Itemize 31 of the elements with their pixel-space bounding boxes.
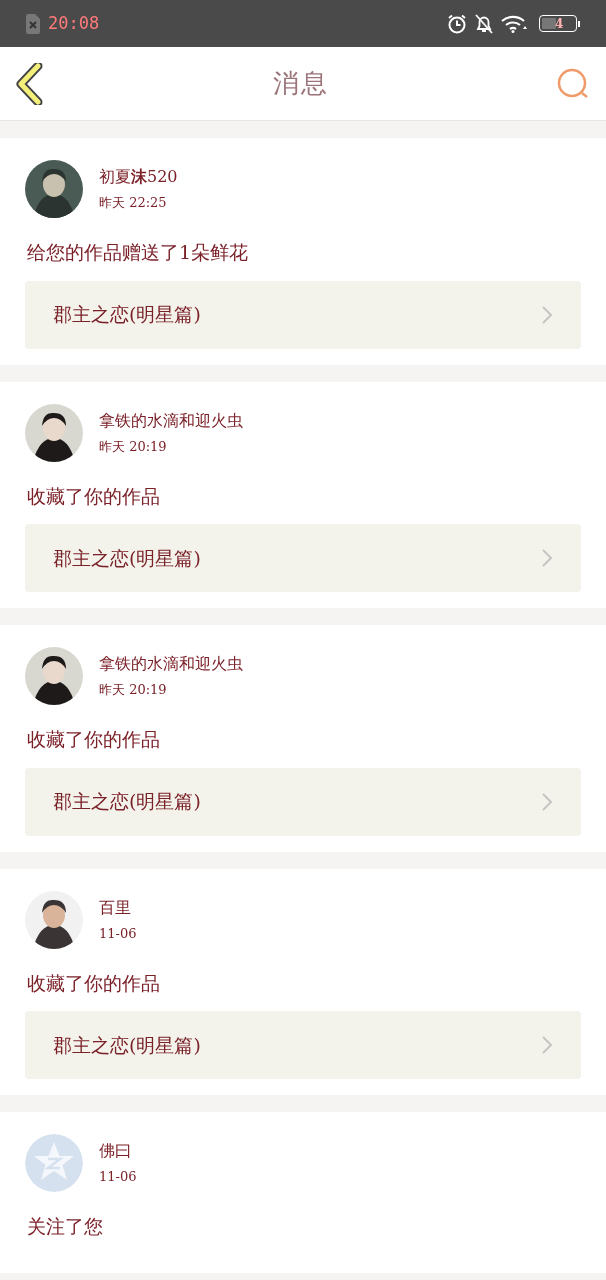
message-time: 昨天 22:25 <box>99 194 168 213</box>
user-name: 拿铁的水滴和迎火虫 <box>99 653 243 676</box>
user-name: 初夏沫520 <box>99 166 178 189</box>
chevron-right-icon <box>541 1035 553 1055</box>
chevron-right-icon <box>541 304 553 325</box>
message-time: 11-06 <box>99 924 137 943</box>
work-link[interactable]: 郡主之恋(明星篇) <box>25 280 581 349</box>
chevron-right-icon <box>541 791 553 812</box>
work-link[interactable]: 郡主之恋(明星篇) <box>25 1011 581 1079</box>
message-time: 昨天 20:19 <box>99 437 168 456</box>
message-text: 收藏了你的作品 <box>27 483 161 509</box>
message-text: 给您的作品赠送了1朵鲜花 <box>27 240 250 265</box>
wifi-icon <box>501 14 527 33</box>
bell-off-icon <box>475 13 493 34</box>
default-avatar-icon <box>25 1134 83 1192</box>
alarm-icon <box>447 13 467 34</box>
page-title: 消息 <box>273 67 329 100</box>
clock-time: 20:08 <box>48 11 100 35</box>
message-text: 收藏了你的作品 <box>27 727 161 752</box>
chevron-right-icon <box>541 548 553 568</box>
battery-level: 4 <box>555 16 564 33</box>
user-name: 拿铁的水滴和迎火虫 <box>99 409 243 432</box>
message-time: 11-06 <box>99 1168 137 1187</box>
work-link[interactable]: 郡主之恋(明星篇) <box>25 524 581 592</box>
message-text: 关注了您 <box>27 1214 104 1239</box>
no-sim-icon <box>26 13 40 34</box>
user-name: 百里 <box>99 896 132 919</box>
user-name: 佛曰 <box>99 1140 132 1163</box>
work-link[interactable]: 郡主之恋(明星篇) <box>25 767 581 836</box>
message-text: 收藏了你的作品 <box>27 970 161 996</box>
message-time: 昨天 20:19 <box>99 681 168 700</box>
